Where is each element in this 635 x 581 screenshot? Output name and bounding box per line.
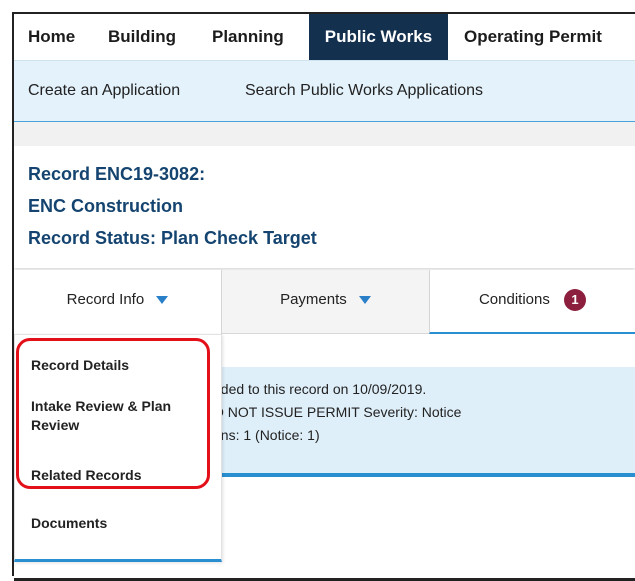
section-spacer (14, 122, 635, 146)
sub-nav: Create an Application Search Public Work… (14, 60, 635, 123)
menu-item-record-details[interactable]: Record Details (31, 357, 129, 373)
notice-condition-text: O NOT ISSUE PERMIT Severity: Notice (213, 404, 462, 420)
tab-payments-label: Payments (280, 291, 347, 308)
menu-item-documents[interactable]: Documents (31, 515, 107, 531)
menu-item-intake-review[interactable]: Intake Review & Plan Review (31, 397, 191, 435)
record-header: Record ENC19-3082: ENC Construction Reco… (14, 146, 635, 268)
conditions-count-badge: 1 (564, 289, 587, 312)
nav-public-works-label: Public Works (324, 27, 433, 46)
nav-public-works[interactable]: Public Works (309, 14, 448, 68)
dropdown-arrow-icon (156, 296, 169, 305)
top-nav: Home Building Planning Public Works Oper… (14, 14, 635, 68)
nav-operating-permit[interactable]: Operating Permit (464, 14, 602, 60)
nav-planning[interactable]: Planning (212, 14, 284, 60)
nav-building[interactable]: Building (108, 14, 176, 60)
tab-conditions-label: Conditions (478, 291, 550, 308)
notice-added-text: dded to this record on 10/09/2019. (213, 381, 427, 397)
record-id: Record ENC19-3082: (28, 164, 206, 184)
record-type: ENC Construction (28, 196, 183, 216)
record-tabs: Record Info Payments Conditions 1 (14, 270, 635, 334)
tab-conditions[interactable]: Conditions 1 (429, 270, 635, 334)
record-status: Record Status: Plan Check Target (28, 228, 317, 248)
tab-payments[interactable]: Payments (222, 270, 429, 334)
subnav-create-application[interactable]: Create an Application (28, 61, 180, 121)
nav-home[interactable]: Home (28, 14, 75, 60)
notice-count-text: ons: 1 (Notice: 1) (213, 427, 320, 443)
tab-record-info[interactable]: Record Info (14, 270, 222, 334)
subnav-search-applications[interactable]: Search Public Works Applications (245, 61, 483, 121)
dropdown-arrow-icon (358, 296, 371, 305)
menu-item-related-records[interactable]: Related Records (31, 467, 141, 483)
page-frame: Home Building Planning Public Works Oper… (12, 12, 635, 581)
record-info-dropdown: Record Details Intake Review & Plan Revi… (14, 334, 222, 562)
tab-record-info-label: Record Info (66, 291, 145, 308)
